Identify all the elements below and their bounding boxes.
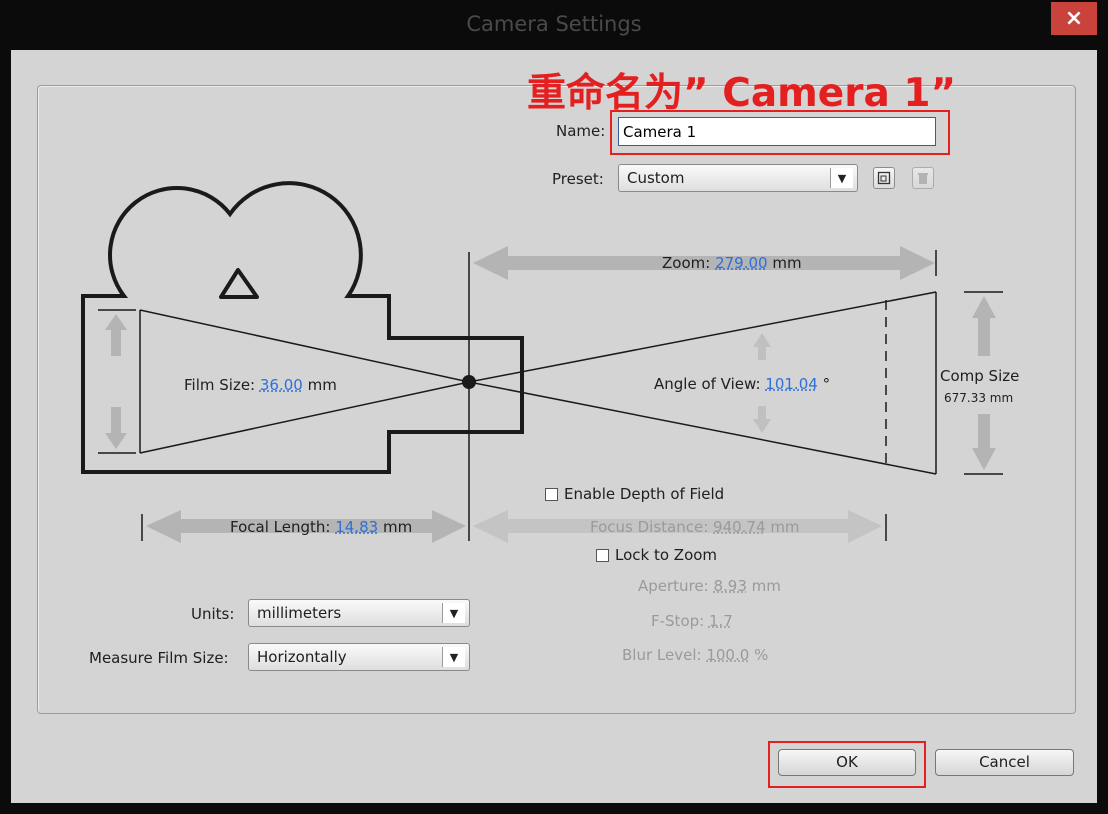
cancel-button[interactable]: Cancel <box>935 749 1074 776</box>
film-size-value[interactable]: 36.00 <box>260 376 303 394</box>
lens-point <box>462 375 476 389</box>
measure-film-size-dropdown[interactable]: Horizontally ▼ <box>248 643 470 671</box>
ok-button[interactable]: OK <box>778 749 916 776</box>
angle-of-view-readout: Angle of View: 101.04 ° <box>654 375 830 393</box>
units-value: millimeters <box>257 604 342 622</box>
focal-length-label: Focal Length: <box>230 518 331 536</box>
save-preset-button[interactable] <box>873 167 895 189</box>
name-label: Name: <box>556 122 606 140</box>
focal-length-readout: Focal Length: 14.83 mm <box>230 518 412 536</box>
units-dropdown[interactable]: millimeters ▼ <box>248 599 470 627</box>
chevron-down-icon: ▼ <box>442 603 465 623</box>
preset-dropdown[interactable]: Custom ▼ <box>618 164 858 192</box>
trash-icon <box>918 173 928 184</box>
comp-size-label: Comp Size <box>940 367 1020 385</box>
film-size-label: Film Size: <box>184 376 256 394</box>
lock-to-zoom-label: Lock to Zoom <box>615 546 718 564</box>
measure-film-size-label: Measure Film Size: <box>89 649 229 667</box>
units-label: Units: <box>191 605 235 623</box>
focus-distance-value: 940.74 <box>713 518 766 536</box>
measure-film-size-value: Horizontally <box>257 648 347 666</box>
focus-distance-readout: Focus Distance: 940.74 mm <box>590 518 800 536</box>
checkbox-icon <box>596 548 609 562</box>
chevron-down-icon: ▼ <box>830 168 853 188</box>
fstop-value: 1.7 <box>708 612 733 630</box>
focal-length-unit: mm <box>382 518 413 536</box>
zoom-value[interactable]: 279.00 <box>715 254 768 272</box>
enable-depth-of-field-checkbox[interactable]: Enable Depth of Field <box>545 485 724 503</box>
name-input[interactable] <box>618 117 936 146</box>
camera-body-outline <box>81 181 524 474</box>
angle-of-view-label: Angle of View: <box>654 375 761 393</box>
blur-level-readout: Blur Level: 100.0 % <box>622 646 768 664</box>
comp-size-value: 677.33 mm <box>944 391 1014 405</box>
aperture-unit: mm <box>751 577 781 595</box>
film-size-readout: Film Size: 36.00 mm <box>184 376 337 394</box>
angle-of-view-value[interactable]: 101.04 <box>765 375 818 393</box>
focal-length-value[interactable]: 14.83 <box>335 518 378 536</box>
lock-to-zoom-checkbox[interactable]: Lock to Zoom <box>596 546 717 564</box>
preset-label: Preset: <box>552 170 604 188</box>
checkbox-icon <box>545 487 558 501</box>
focus-distance-label: Focus Distance: <box>590 518 709 536</box>
preset-value: Custom <box>627 169 685 187</box>
aperture-value: 8.93 <box>713 577 747 595</box>
fstop-label: F-Stop: <box>651 612 705 630</box>
aperture-label: Aperture: <box>638 577 709 595</box>
zoom-unit: mm <box>772 254 802 272</box>
zoom-label: Zoom: <box>662 254 711 272</box>
delete-preset-button[interactable] <box>912 167 934 189</box>
focus-distance-unit: mm <box>770 518 800 536</box>
blur-level-value: 100.0 <box>706 646 750 664</box>
blur-level-label: Blur Level: <box>622 646 702 664</box>
zoom-readout: Zoom: 279.00 mm <box>662 254 802 272</box>
chevron-down-icon: ▼ <box>442 647 465 667</box>
save-preset-icon <box>877 171 891 185</box>
blur-level-unit: % <box>754 646 769 664</box>
aperture-readout: Aperture: 8.93 mm <box>638 577 781 595</box>
film-size-unit: mm <box>307 376 337 394</box>
enable-depth-of-field-label: Enable Depth of Field <box>564 485 725 503</box>
fstop-readout: F-Stop: 1.7 <box>651 612 733 630</box>
viewfinder-triangle <box>219 268 259 299</box>
angle-of-view-unit: ° <box>822 375 831 393</box>
